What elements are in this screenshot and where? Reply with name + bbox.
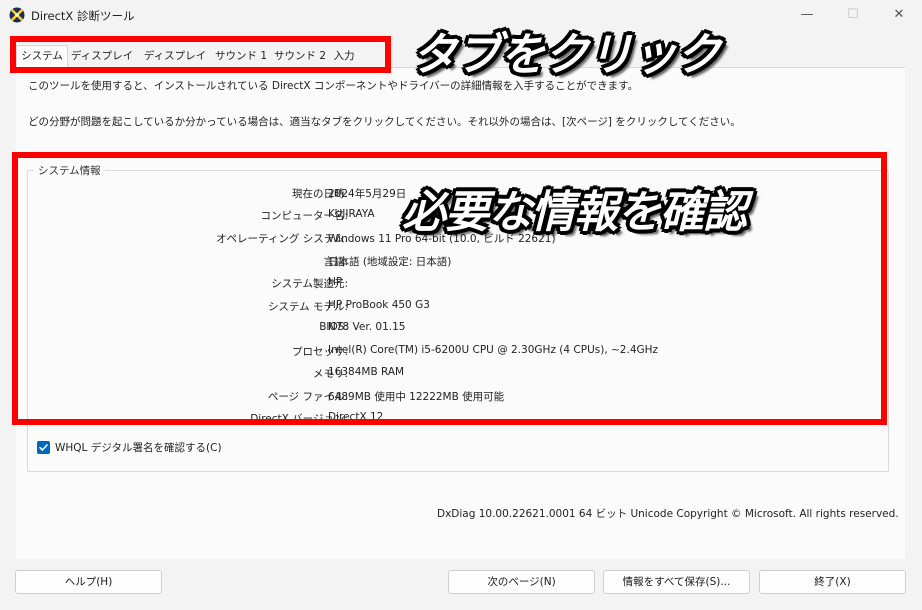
minimize-button[interactable]: — xyxy=(784,0,830,32)
window-title: DirectX 診断ツール xyxy=(31,9,135,23)
next-page-button[interactable]: 次のページ(N) xyxy=(448,570,595,594)
directx-app-icon xyxy=(9,7,25,23)
tabs-callout-text: タブをクリック xyxy=(412,28,721,81)
checkmark-icon xyxy=(39,444,48,451)
info-callout-text: 必要な情報を確認 xyxy=(402,187,747,238)
maximize-button[interactable]: ☐ xyxy=(830,0,876,32)
tabs-highlight-box xyxy=(10,36,391,73)
version-copyright-text: DxDiag 10.00.22621.0001 64 ビット Unicode C… xyxy=(437,508,899,520)
exit-button[interactable]: 終了(X) xyxy=(759,570,906,594)
close-button[interactable]: ✕ xyxy=(876,0,922,32)
help-button[interactable]: ヘルプ(H) xyxy=(15,570,162,594)
maximize-icon: ☐ xyxy=(847,7,859,22)
save-all-info-button[interactable]: 情報をすべて保存(S)... xyxy=(603,570,750,594)
whql-checkbox[interactable] xyxy=(37,441,50,454)
minimize-icon: — xyxy=(800,7,814,22)
whql-checkbox-label[interactable]: WHQL デジタル署名を確認する(C) xyxy=(55,440,222,455)
intro-text-2: どの分野が問題を起こしているか分かっている場合は、適当なタブをクリックしてくださ… xyxy=(28,116,741,128)
close-icon: ✕ xyxy=(893,7,905,22)
